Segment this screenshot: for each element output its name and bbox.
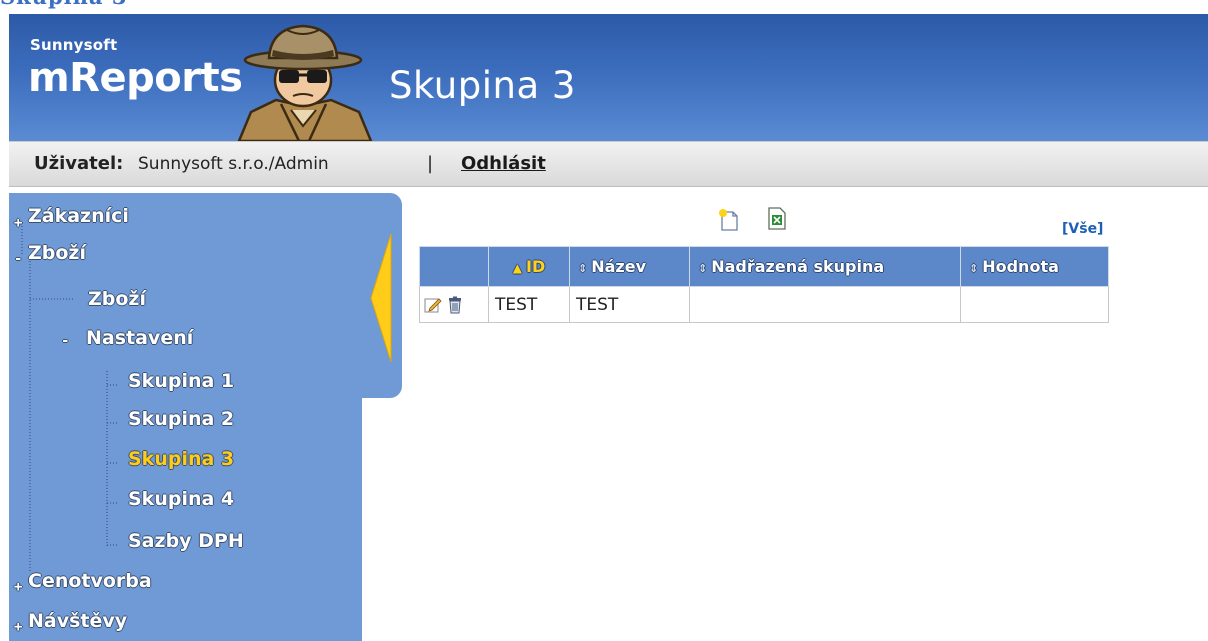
cell-hodnota <box>960 286 1109 323</box>
cell-id: TEST <box>488 286 570 323</box>
brand-product: mReports <box>28 55 243 101</box>
table-header-id[interactable]: ▲ ID <box>488 246 570 287</box>
user-value: Sunnysoft s.r.o./Admin <box>138 154 329 174</box>
user-bar: Uživatel: Sunnysoft s.r.o./Admin | Odhlá… <box>9 141 1208 187</box>
collapse-icon[interactable]: - <box>61 334 69 348</box>
detective-mascot-logo <box>237 24 373 141</box>
user-label: Uživatel: <box>34 153 124 174</box>
table-header-actions <box>419 246 489 287</box>
new-document-icon[interactable] <box>718 208 740 232</box>
brand-company: Sunnysoft <box>30 36 118 54</box>
sort-icon: ⇕ <box>578 262 588 275</box>
cell-nazev: TEST <box>569 286 690 323</box>
sidebar-item-skupina-1[interactable]: Skupina 1 <box>128 370 234 392</box>
collapse-icon[interactable]: - <box>14 252 22 266</box>
sidebar-item-sazby-dph[interactable]: Sazby DPH <box>128 530 244 552</box>
app-header: Sunnysoft mReports Skupina 3 <box>9 14 1208 141</box>
cell-nadrazena-skupina <box>689 286 961 323</box>
sidebar-item-skupina-3[interactable]: Skupina 3 <box>128 448 234 470</box>
page-title: Skupina 3 <box>389 64 576 107</box>
sort-icon: ⇕ <box>969 262 979 275</box>
edit-icon[interactable] <box>424 296 442 314</box>
logout-link[interactable]: Odhlásit <box>461 142 546 186</box>
expand-icon[interactable]: + <box>14 620 22 634</box>
table-header-nazev[interactable]: ⇕ Název <box>569 246 690 287</box>
table-row: TEST TEST <box>419 286 1109 323</box>
table-header-hodnota[interactable]: ⇕ Hodnota <box>960 246 1109 287</box>
sort-icon: ⇕ <box>698 262 708 275</box>
sidebar-item-zbozi-sub[interactable]: Zboží <box>88 288 146 310</box>
table-header-nadrazena-skupina[interactable]: ⇕ Nadřazená skupina <box>689 246 961 287</box>
row-actions <box>419 286 489 323</box>
sidebar-item-zakaznici[interactable]: Zákazníci <box>28 205 129 227</box>
sidebar-item-zbozi[interactable]: Zboží <box>28 242 86 264</box>
userbar-separator: | <box>427 153 434 174</box>
data-table: ▲ ID ⇕ Název ⇕ Nadřazená skupina ⇕ Hodnota <box>419 246 1109 323</box>
sort-asc-icon: ▲ <box>512 261 522 275</box>
sidebar-item-skupina-2[interactable]: Skupina 2 <box>128 408 234 430</box>
excel-export-icon[interactable] <box>766 206 788 230</box>
collapse-arrow-icon[interactable] <box>369 234 393 362</box>
sidebar-item-cenotvorba[interactable]: Cenotvorba <box>28 570 152 592</box>
expand-icon[interactable]: + <box>14 216 22 230</box>
sidebar-item-skupina-4[interactable]: Skupina 4 <box>128 488 234 510</box>
page-top-title: Skupina 3 <box>0 0 127 10</box>
sidebar-item-nastaveni[interactable]: Nastavení <box>86 327 193 349</box>
expand-icon[interactable]: + <box>14 580 22 594</box>
sidebar-item-navstevy[interactable]: Návštěvy <box>28 610 127 632</box>
trash-icon[interactable] <box>447 296 463 314</box>
show-all-link[interactable]: [Vše] <box>1062 221 1103 237</box>
